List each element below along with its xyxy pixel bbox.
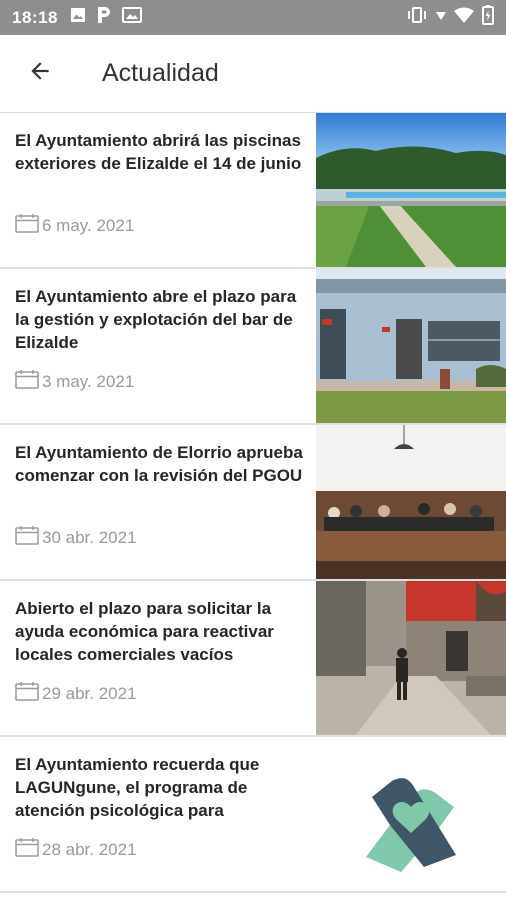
- news-date: 28 abr. 2021: [15, 837, 137, 862]
- image-icon: [70, 7, 86, 28]
- news-item[interactable]: El Ayuntamiento abrirá las piscinas exte…: [0, 113, 506, 269]
- status-left-icons: [70, 6, 142, 29]
- photo-icon: [121, 7, 142, 28]
- news-list: El Ayuntamiento abrirá las piscinas exte…: [0, 113, 506, 893]
- news-title: El Ayuntamiento abrirá las piscinas exte…: [15, 131, 302, 173]
- news-text: El Ayuntamiento abrirá las piscinas exte…: [0, 113, 316, 267]
- calendar-icon: [15, 681, 39, 706]
- hands-heart-logo: [316, 737, 506, 891]
- news-text: El Ayuntamiento de Elorrio aprueba comen…: [0, 425, 316, 579]
- news-date: 6 may. 2021: [15, 213, 134, 238]
- news-text: El Ayuntamiento recuerda que LAGUNgune, …: [0, 737, 316, 891]
- signal-icon: [436, 9, 446, 27]
- news-date-text: 29 abr. 2021: [42, 683, 137, 703]
- news-title: El Ayuntamiento abre el plazo para la ge…: [15, 287, 297, 352]
- status-time: 18:18: [12, 7, 58, 27]
- arrow-back-icon: [27, 58, 53, 89]
- battery-icon: [482, 5, 494, 30]
- news-date-text: 3 may. 2021: [42, 371, 135, 391]
- news-title: Abierto el plazo para solicitar la ayuda…: [15, 599, 274, 664]
- parking-icon: [96, 6, 112, 29]
- calendar-icon: [15, 369, 39, 394]
- news-text: El Ayuntamiento abre el plazo para la ge…: [0, 269, 316, 423]
- news-item[interactable]: El Ayuntamiento de Elorrio aprueba comen…: [0, 425, 506, 581]
- news-date: 29 abr. 2021: [15, 681, 137, 706]
- news-text: Abierto el plazo para solicitar la ayuda…: [0, 581, 316, 735]
- meeting-photo: [316, 425, 506, 579]
- news-date-text: 6 may. 2021: [42, 215, 135, 235]
- news-date-text: 28 abr. 2021: [42, 839, 137, 859]
- news-title: El Ayuntamiento recuerda que LAGUNgune, …: [15, 755, 260, 820]
- news-date: 30 abr. 2021: [15, 525, 137, 550]
- wifi-icon: [454, 7, 474, 28]
- calendar-icon: [15, 837, 39, 862]
- vibrate-icon: [406, 7, 428, 28]
- app-bar: Actualidad: [0, 35, 506, 113]
- news-item[interactable]: El Ayuntamiento recuerda que LAGUNgune, …: [0, 737, 506, 893]
- pool-photo: [316, 113, 506, 267]
- page-title: Actualidad: [102, 59, 219, 87]
- news-title: El Ayuntamiento de Elorrio aprueba comen…: [15, 443, 303, 485]
- status-right-icons: [406, 5, 494, 30]
- calendar-icon: [15, 213, 39, 238]
- news-date-text: 30 abr. 2021: [42, 527, 137, 547]
- street-photo: [316, 581, 506, 735]
- status-bar: 18:18: [0, 0, 506, 35]
- news-item[interactable]: El Ayuntamiento abre el plazo para la ge…: [0, 269, 506, 425]
- news-date: 3 may. 2021: [15, 369, 134, 394]
- back-button[interactable]: [25, 59, 55, 89]
- building-photo: [316, 269, 506, 423]
- news-item[interactable]: Abierto el plazo para solicitar la ayuda…: [0, 581, 506, 737]
- calendar-icon: [15, 525, 39, 550]
